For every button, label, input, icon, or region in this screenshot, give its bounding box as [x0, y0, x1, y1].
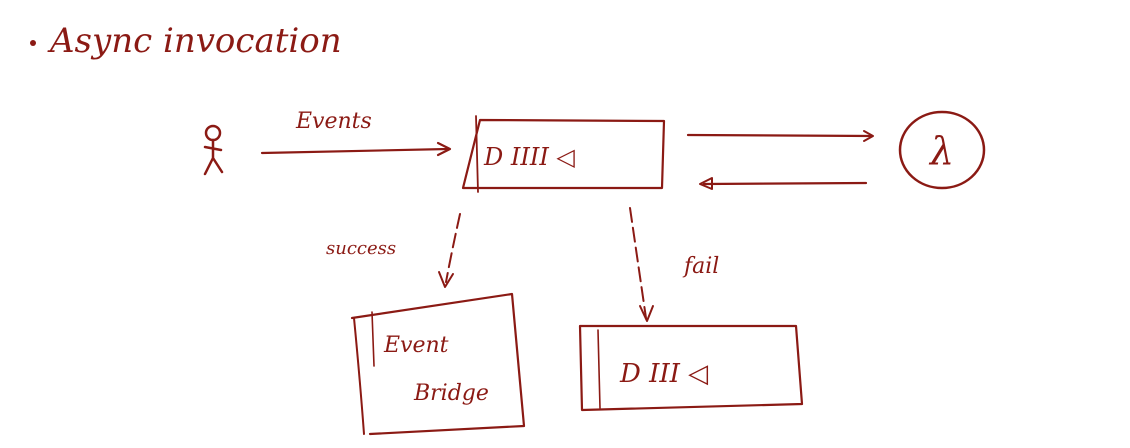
success-label: success	[326, 238, 396, 259]
invoke-arrow	[686, 130, 874, 142]
dead-letter-queue-label: D III ◁	[619, 359, 708, 389]
event-bridge-box	[350, 292, 526, 436]
title-bullet	[30, 40, 36, 46]
lambda-symbol: λ	[928, 129, 954, 173]
success-arrow	[438, 213, 461, 288]
title: Async invocation	[47, 21, 342, 61]
fail-arrow	[629, 207, 654, 322]
event-queue-label: D IIII ◁	[483, 143, 575, 171]
return-arrow	[699, 177, 868, 190]
fail-label: fail	[682, 254, 719, 279]
events-label: Events	[295, 109, 372, 134]
user-icon	[203, 124, 224, 176]
event-bridge-label-line2: Bridge	[413, 381, 489, 406]
whiteboard-canvas: Async invocation Events D IIII ◁ λ succe…	[0, 0, 1130, 448]
architecture-diagram: Async invocation Events D IIII ◁ λ succe…	[30, 21, 986, 436]
event-bridge-label-line1: Event	[383, 333, 449, 358]
events-arrow	[260, 141, 452, 157]
